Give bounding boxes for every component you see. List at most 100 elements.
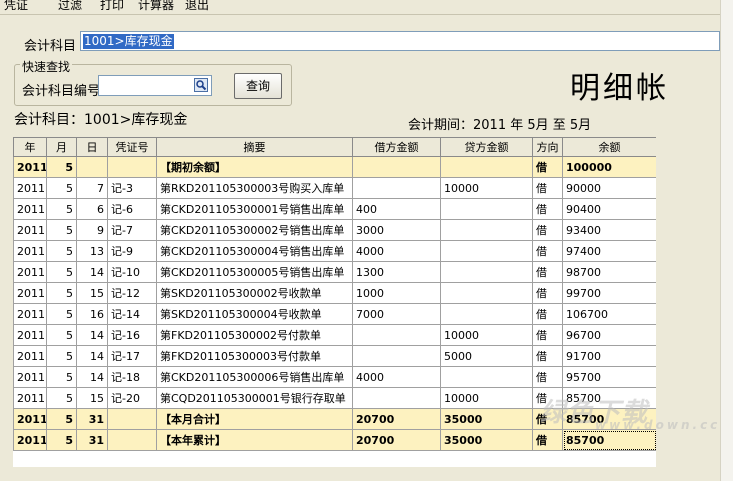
cell-year[interactable]: 2011	[13, 219, 47, 241]
cell-voucher[interactable]: 记-9	[107, 240, 157, 262]
menu-filter[interactable]: 过滤	[58, 0, 82, 13]
account-input[interactable]: 1001>库存现金	[80, 31, 720, 51]
table-row[interactable]: 2011 5 7 记-3 第RKD201105300003号购买入库单 10000 借 900…	[13, 177, 656, 199]
cell-credit[interactable]: 10000	[440, 177, 533, 199]
cell-balance[interactable]: 85700	[562, 387, 656, 409]
cell-direction[interactable]: 借	[532, 345, 563, 367]
cell-summary[interactable]: 【本月合计】	[156, 408, 353, 430]
cell-summary[interactable]: 第SKD201105300002号收款单	[156, 282, 353, 304]
table-row[interactable]: 2011 5 14 记-17 第FKD201105300003号付款单 5000 借 9170…	[13, 345, 656, 367]
cell-voucher[interactable]: 记-10	[107, 261, 157, 283]
table-row[interactable]: 2011 5 13 记-9 第CKD201105300004号销售出库单 4000 借 974…	[13, 240, 656, 262]
cell-direction[interactable]: 借	[532, 282, 563, 304]
cell-day[interactable]: 14	[76, 324, 108, 346]
cell-month[interactable]: 5	[46, 345, 77, 367]
cell-day[interactable]: 13	[76, 240, 108, 262]
cell-direction[interactable]: 借	[532, 387, 563, 409]
cell-voucher[interactable]: 记-18	[107, 366, 157, 388]
table-row[interactable]: 2011 5 15 记-12 第SKD201105300002号收款单 1000 借 9970…	[13, 282, 656, 304]
cell-credit[interactable]	[440, 282, 533, 304]
cell-debit[interactable]: 400	[352, 198, 441, 220]
cell-month[interactable]: 5	[46, 198, 77, 220]
cell-voucher[interactable]: 记-7	[107, 219, 157, 241]
cell-summary[interactable]: 第SKD201105300004号收款单	[156, 303, 353, 325]
cell-direction[interactable]: 借	[532, 156, 563, 178]
cell-voucher[interactable]	[107, 408, 157, 430]
col-header-debit[interactable]: 借方金额	[352, 137, 441, 157]
cell-month[interactable]: 5	[46, 156, 77, 178]
cell-year[interactable]: 2011	[13, 324, 47, 346]
table-row[interactable]: 2011 5 【期初余额】 借 100000	[13, 156, 656, 178]
cell-debit[interactable]: 4000	[352, 366, 441, 388]
cell-debit[interactable]	[352, 324, 441, 346]
table-row[interactable]: 2011 5 15 记-20 第CQD201105300001号银行存取单 10000 借 8…	[13, 387, 656, 409]
cell-credit[interactable]: 35000	[440, 429, 533, 451]
cell-balance[interactable]: 96700	[562, 324, 656, 346]
cell-year[interactable]: 2011	[13, 366, 47, 388]
cell-balance[interactable]: 90400	[562, 198, 656, 220]
cell-debit[interactable]: 1000	[352, 282, 441, 304]
table-row[interactable]: 2011 5 14 记-18 第CKD201105300006号销售出库单 4000 借 95…	[13, 366, 656, 388]
cell-year[interactable]: 2011	[13, 345, 47, 367]
cell-direction[interactable]: 借	[532, 303, 563, 325]
cell-summary[interactable]: 【期初余额】	[156, 156, 353, 178]
cell-day[interactable]: 15	[76, 387, 108, 409]
cell-debit[interactable]	[352, 177, 441, 199]
cell-year[interactable]: 2011	[13, 408, 47, 430]
cell-day[interactable]: 16	[76, 303, 108, 325]
cell-summary[interactable]: 第CKD201105300001号销售出库单	[156, 198, 353, 220]
cell-day[interactable]: 14	[76, 261, 108, 283]
cell-direction[interactable]: 借	[532, 429, 563, 451]
cell-month[interactable]: 5	[46, 240, 77, 262]
cell-year[interactable]: 2011	[13, 156, 47, 178]
cell-voucher[interactable]: 记-16	[107, 324, 157, 346]
cell-direction[interactable]: 借	[532, 366, 563, 388]
cell-credit[interactable]	[440, 366, 533, 388]
cell-day[interactable]: 7	[76, 177, 108, 199]
cell-credit[interactable]: 10000	[440, 324, 533, 346]
cell-debit[interactable]: 20700	[352, 429, 441, 451]
cell-debit[interactable]	[352, 345, 441, 367]
cell-credit[interactable]	[440, 156, 533, 178]
col-header-day[interactable]: 日	[76, 137, 108, 157]
cell-credit[interactable]	[440, 303, 533, 325]
cell-balance[interactable]: 91700	[562, 345, 656, 367]
cell-direction[interactable]: 借	[532, 240, 563, 262]
cell-debit[interactable]	[352, 387, 441, 409]
cell-credit[interactable]: 10000	[440, 387, 533, 409]
cell-month[interactable]: 5	[46, 408, 77, 430]
cell-month[interactable]: 5	[46, 324, 77, 346]
table-row[interactable]: 2011 5 31 【本月合计】 20700 35000 借 85700	[13, 408, 656, 430]
cell-summary[interactable]: 第CQD201105300001号银行存取单	[156, 387, 353, 409]
cell-balance[interactable]: 98700	[562, 261, 656, 283]
cell-day[interactable]: 14	[76, 366, 108, 388]
cell-summary[interactable]: 第FKD201105300002号付款单	[156, 324, 353, 346]
cell-year[interactable]: 2011	[13, 240, 47, 262]
cell-day[interactable]: 15	[76, 282, 108, 304]
query-button[interactable]: 查询	[234, 73, 282, 99]
cell-summary[interactable]: 第FKD201105300003号付款单	[156, 345, 353, 367]
cell-balance[interactable]: 99700	[562, 282, 656, 304]
cell-day[interactable]: 31	[76, 408, 108, 430]
cell-debit[interactable]: 20700	[352, 408, 441, 430]
menu-print[interactable]: 打印	[100, 0, 124, 13]
cell-debit[interactable]: 7000	[352, 303, 441, 325]
cell-year[interactable]: 2011	[13, 177, 47, 199]
cell-debit[interactable]: 4000	[352, 240, 441, 262]
col-header-credit[interactable]: 贷方金额	[440, 137, 533, 157]
col-header-voucher[interactable]: 凭证号	[107, 137, 157, 157]
cell-year[interactable]: 2011	[13, 387, 47, 409]
cell-month[interactable]: 5	[46, 282, 77, 304]
cell-direction[interactable]: 借	[532, 324, 563, 346]
cell-voucher[interactable]: 记-17	[107, 345, 157, 367]
cell-credit[interactable]	[440, 261, 533, 283]
cell-year[interactable]: 2011	[13, 198, 47, 220]
cell-month[interactable]: 5	[46, 366, 77, 388]
cell-summary[interactable]: 第CKD201105300005号销售出库单	[156, 261, 353, 283]
cell-credit[interactable]	[440, 219, 533, 241]
cell-balance[interactable]: 106700	[562, 303, 656, 325]
menu-exit[interactable]: 退出	[185, 0, 209, 13]
cell-voucher[interactable]	[107, 156, 157, 178]
cell-summary[interactable]: 【本年累计】	[156, 429, 353, 451]
cell-direction[interactable]: 借	[532, 198, 563, 220]
